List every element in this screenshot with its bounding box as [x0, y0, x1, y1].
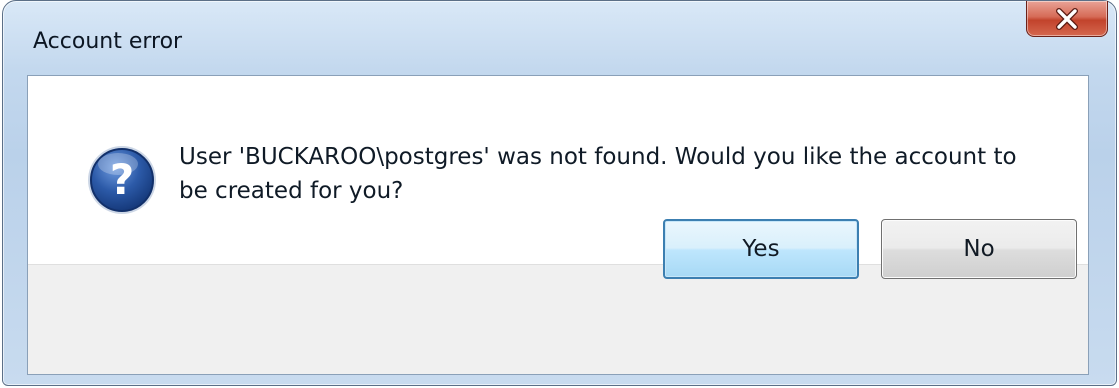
svg-text:?: ? [110, 155, 134, 204]
question-icon: ? [88, 146, 156, 214]
no-button[interactable]: No [881, 219, 1077, 279]
window-title: Account error [33, 29, 183, 54]
close-button[interactable] [1026, 1, 1108, 37]
yes-button[interactable]: Yes [663, 219, 859, 279]
dialog-window: Account error ? User 'BUCKAROO\postgres'… [2, 0, 1117, 386]
button-strip [28, 264, 1088, 374]
dialog-message: User 'BUCKAROO\postgres' was not found. … [179, 144, 1017, 204]
title-bar[interactable]: Account error [3, 1, 1116, 75]
close-icon [1056, 7, 1078, 30]
